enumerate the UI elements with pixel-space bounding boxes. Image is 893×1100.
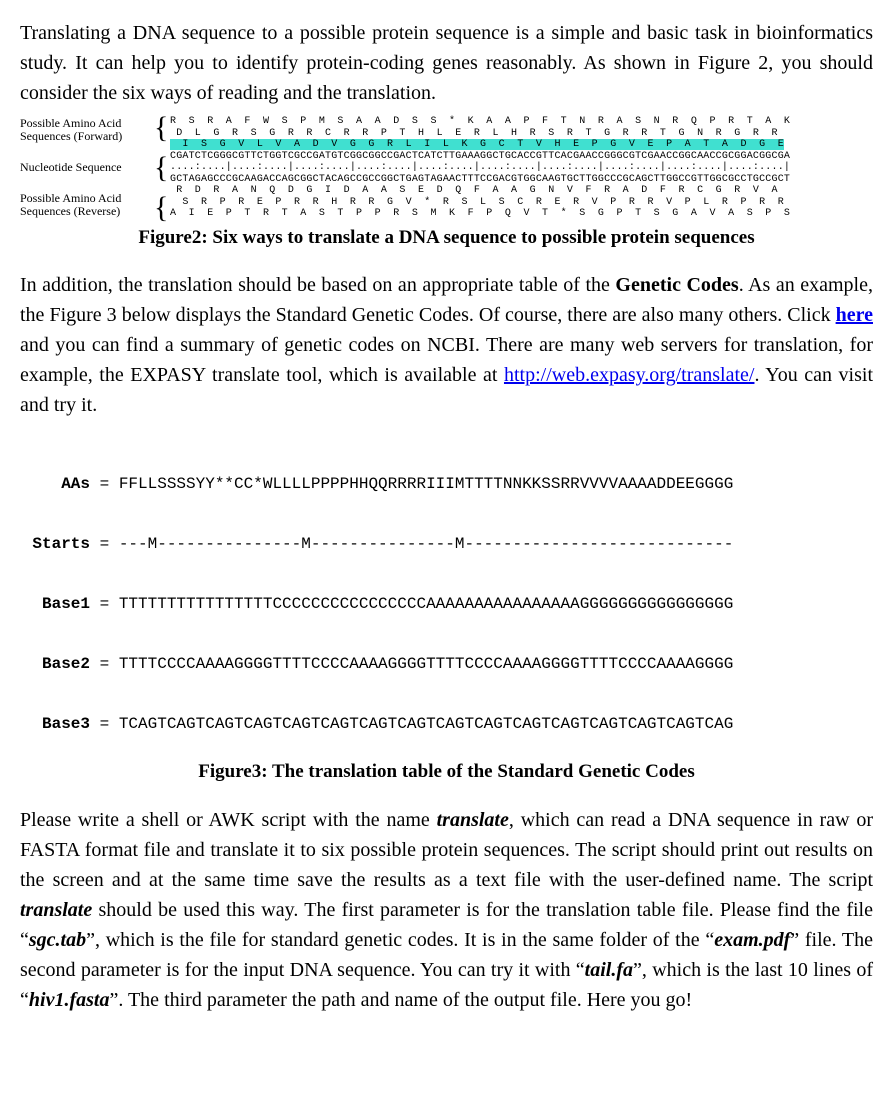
- link-expasy[interactable]: http://web.expasy.org/translate/: [504, 364, 755, 386]
- row-val: TCAGTCAGTCAGTCAGTCAGTCAGTCAGTCAGTCAGTCAG…: [119, 715, 734, 733]
- p3-hiv1-fasta: hiv1.fasta: [29, 989, 110, 1011]
- frame-f1: R S R A F W S P M S A A D S S * K A A P …: [170, 116, 790, 127]
- figure-2: Possible Amino Acid Sequences (Forward) …: [20, 116, 873, 220]
- row-label: Base3: [20, 714, 90, 734]
- genetic-code-table: AAs = FFLLSSSSYY**CC*WLLLLPPPPHHQQRRRRII…: [20, 434, 873, 754]
- label-reverse-line2: Sequences (Reverse): [20, 204, 120, 218]
- figure-2-row-labels: Possible Amino Acid Sequences (Forward) …: [20, 116, 150, 220]
- table-row-base1: Base1 = TTTTTTTTTTTTTTTTCCCCCCCCCCCCCCCC…: [20, 594, 873, 614]
- p3-sgc-tab: sgc.tab: [29, 929, 86, 951]
- frame-r3: A I E P T R T A S T P P R S M K F P Q V …: [170, 208, 790, 219]
- frame-f2: D L G R S G R R C R R P T H L E R L H R …: [170, 128, 778, 139]
- figure-3-caption: Figure3: The translation table of the St…: [20, 758, 873, 787]
- row-eq: =: [90, 655, 119, 673]
- label-forward-line2: Sequences (Forward): [20, 129, 122, 143]
- frame-r1: R D R A N Q D G I D A A S E D Q F A A G …: [170, 185, 778, 196]
- figure-2-braces: {{{: [154, 116, 166, 220]
- paragraph-2: In addition, the translation should be b…: [20, 270, 873, 420]
- table-row-base3: Base3 = TCAGTCAGTCAGTCAGTCAGTCAGTCAGTCAG…: [20, 714, 873, 734]
- nucleotide-bottom-strand: GCTAGAGCCCGCAAGACCAGCGGCTACAGCCGCCGGCTGA…: [170, 174, 790, 185]
- row-val: FFLLSSSSYY**CC*WLLLLPPPPHHQQRRRRIIIMTTTT…: [119, 475, 734, 493]
- p3-t1: Please write a shell or AWK script with …: [20, 809, 437, 831]
- p3-translate-2: translate: [20, 899, 92, 921]
- p3-translate-1: translate: [437, 809, 509, 831]
- nucleotide-top-strand: CGATCTCGGGCGTTCTGGTCGCCGATGTCGGCGGCCGACT…: [170, 151, 790, 162]
- table-row-base2: Base2 = TTTTCCCCAAAAGGGGTTTTCCCCAAAAGGGG…: [20, 654, 873, 674]
- row-label: Base2: [20, 654, 90, 674]
- table-row-aas: AAs = FFLLSSSSYY**CC*WLLLLPPPPHHQQRRRRII…: [20, 474, 873, 494]
- p3-t4: ”, which is the file for standard geneti…: [86, 929, 714, 951]
- link-here[interactable]: here: [836, 304, 873, 326]
- row-val: TTTTTTTTTTTTTTTTCCCCCCCCCCCCCCCCAAAAAAAA…: [119, 595, 734, 613]
- label-forward-line1: Possible Amino Acid: [20, 116, 121, 130]
- row-eq: =: [90, 715, 119, 733]
- row-eq: =: [90, 475, 119, 493]
- para2-bold-genetic-codes: Genetic Codes: [615, 274, 738, 296]
- p3-t7: ”. The third parameter the path and name…: [109, 989, 692, 1011]
- row-label: AAs: [20, 474, 90, 494]
- para2-text-pre: In addition, the translation should be b…: [20, 274, 615, 296]
- paragraph-3: Please write a shell or AWK script with …: [20, 805, 873, 1015]
- ruler: ....:....|....:....|....:....|....:....|…: [170, 162, 790, 173]
- row-val: TTTTCCCCAAAAGGGGTTTTCCCCAAAAGGGGTTTTCCCC…: [119, 655, 734, 673]
- label-nucleotide: Nucleotide Sequence: [20, 161, 150, 174]
- row-label: Starts: [20, 534, 90, 554]
- figure-2-caption: Figure2: Six ways to translate a DNA seq…: [20, 224, 873, 253]
- p3-exam-pdf: exam.pdf: [714, 929, 790, 951]
- label-reverse-line1: Possible Amino Acid: [20, 191, 121, 205]
- frame-f3-highlighted: I S G V L V A D V G G R L I L K G C T V …: [170, 139, 784, 150]
- table-row-starts: Starts = ---M---------------M-----------…: [20, 534, 873, 554]
- row-eq: =: [90, 595, 119, 613]
- p3-tail-fa: tail.fa: [585, 959, 633, 981]
- row-eq: =: [90, 535, 119, 553]
- row-val: ---M---------------M---------------M----…: [119, 535, 734, 553]
- row-label: Base1: [20, 594, 90, 614]
- intro-paragraph: Translating a DNA sequence to a possible…: [20, 18, 873, 108]
- figure-2-sequence-data: R S R A F W S P M S A A D S S * K A A P …: [170, 116, 873, 220]
- frame-r2: S R P R E P R R H R R G V * R S L S C R …: [170, 197, 784, 208]
